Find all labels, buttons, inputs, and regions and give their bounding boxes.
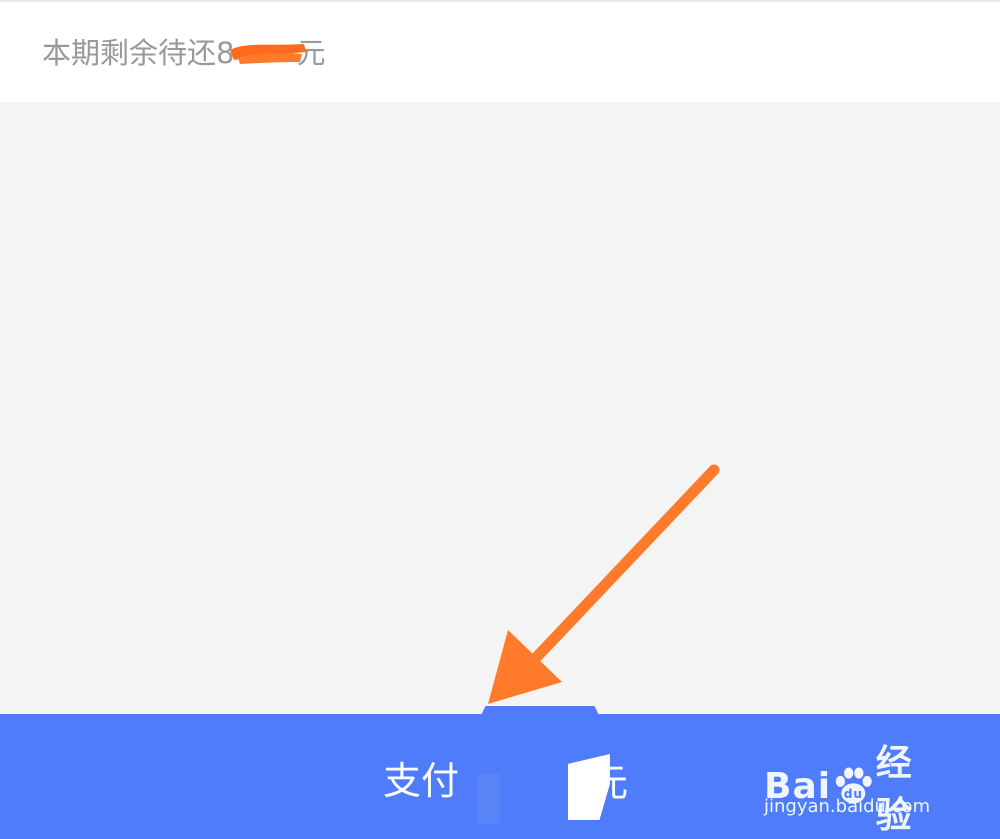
repayment-summary-card: 本期剩余待还8 元 <box>0 0 1000 102</box>
watermark-logo: Bai du 经验 <box>764 734 944 838</box>
remaining-label: 本期剩余待还8 <box>42 36 235 70</box>
pay-amount-redacted <box>478 774 500 824</box>
arrow-down-left-icon <box>488 464 720 704</box>
pay-unit: 元 <box>590 763 629 805</box>
remaining-amount-text: 本期剩余待还8 元 <box>42 30 325 72</box>
pay-label: 支付 <box>383 761 460 803</box>
watermark-brand-suffix: 经验 <box>875 743 913 836</box>
pay-bar: 支付 元 Bai du 经验 jingyan.baidu.com <box>0 706 1000 839</box>
baidu-jingyan-watermark: Bai du 经验 jingyan.baidu.com <box>764 734 944 836</box>
redaction-mark <box>228 38 307 64</box>
watermark-site: jingyan.baidu.com <box>764 796 931 817</box>
